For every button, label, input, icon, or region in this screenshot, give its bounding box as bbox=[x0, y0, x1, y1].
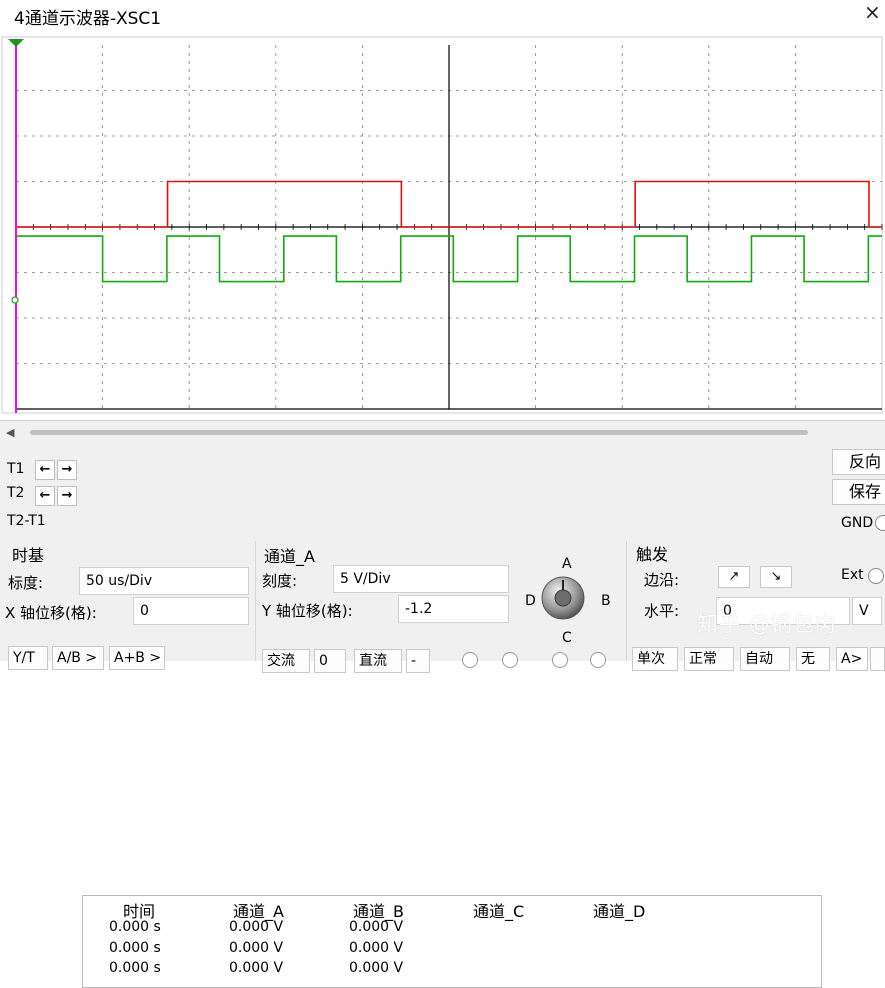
t1-b-value: 0.000 V bbox=[349, 919, 404, 935]
a-trigger-button[interactable]: A> bbox=[836, 647, 868, 671]
t2-a-value: 0.000 V bbox=[229, 940, 284, 956]
t2-t1-b-value: 0.000 V bbox=[349, 960, 404, 976]
trigger-unit-field[interactable]: V bbox=[852, 597, 882, 625]
x-position-label: X 轴位移(格): bbox=[5, 604, 97, 622]
probe-radio-4[interactable] bbox=[590, 652, 606, 668]
probe-radio-1[interactable] bbox=[462, 652, 478, 668]
dc-coupling-button[interactable]: 直流 bbox=[354, 649, 402, 673]
extra-trigger-button[interactable] bbox=[870, 647, 885, 671]
channel-section-title: 通道_A bbox=[264, 547, 315, 566]
timebase-scale-label: 标度: bbox=[8, 574, 44, 592]
knob-label-d: D bbox=[525, 593, 536, 609]
header-channel-c: 通道_C bbox=[473, 902, 525, 921]
single-button[interactable]: 单次 bbox=[632, 647, 678, 671]
oscilloscope-screen[interactable] bbox=[0, 35, 885, 416]
scrollbar-thumb[interactable] bbox=[30, 430, 808, 435]
divider bbox=[255, 541, 256, 661]
t2-time-value: 0.000 s bbox=[109, 940, 161, 956]
horizontal-scrollbar[interactable]: ◀ bbox=[0, 420, 885, 447]
trigger-level-label: 水平: bbox=[644, 602, 680, 620]
channel-b-marker-icon bbox=[11, 296, 19, 304]
knob-label-a: A bbox=[562, 556, 572, 572]
t1-a-value: 0.000 V bbox=[229, 919, 284, 935]
knob-label-b: B bbox=[601, 593, 611, 609]
t1-left-arrow-icon[interactable]: ← bbox=[35, 460, 55, 480]
none-button[interactable]: 无 bbox=[796, 647, 830, 671]
t2-label: T2 bbox=[7, 485, 25, 501]
channel-scale-field[interactable]: 5 V/Div bbox=[333, 565, 509, 593]
rising-edge-icon[interactable]: ↗ bbox=[718, 566, 750, 588]
scope-display[interactable] bbox=[0, 35, 885, 416]
divider bbox=[626, 541, 627, 661]
t2-t1-label: T2-T1 bbox=[7, 513, 46, 529]
window-title-bar: 4通道示波器-XSC1 × bbox=[0, 0, 885, 30]
yt-button[interactable]: Y/T bbox=[8, 646, 48, 670]
ab-button[interactable]: A/B > bbox=[52, 646, 104, 670]
auto-button[interactable]: 自动 bbox=[740, 647, 790, 671]
ext-label: Ext bbox=[841, 567, 864, 583]
t2-t1-a-value: 0.000 V bbox=[229, 960, 284, 976]
save-button[interactable]: 保存 bbox=[832, 479, 885, 505]
probe-radio-3[interactable] bbox=[552, 652, 568, 668]
t2-right-arrow-icon[interactable]: → bbox=[57, 486, 77, 506]
ac-coupling-button[interactable]: 交流 bbox=[262, 649, 310, 673]
gnd-radio[interactable] bbox=[875, 515, 885, 531]
reverse-button[interactable]: 反向 bbox=[832, 449, 885, 475]
channel-selector-knob-icon[interactable] bbox=[540, 575, 586, 621]
probe-radio-2[interactable] bbox=[502, 652, 518, 668]
zero-coupling-button[interactable]: 0 bbox=[314, 649, 346, 673]
y-position-label: Y 轴位移(格): bbox=[262, 602, 353, 620]
y-position-field[interactable]: -1.2 bbox=[398, 595, 509, 623]
t2-t1-time-value: 0.000 s bbox=[109, 960, 161, 976]
gnd-label: GND bbox=[841, 515, 874, 531]
channel-scale-label: 刻度: bbox=[262, 572, 298, 590]
header-channel-d: 通道_D bbox=[593, 902, 646, 921]
timebase-scale-field[interactable]: 50 us/Div bbox=[79, 567, 249, 595]
controls-area: 时基 标度: 50 us/Div X 轴位移(格): 0 Y/T A/B > A… bbox=[0, 541, 885, 673]
trigger-edge-label: 边沿: bbox=[644, 571, 680, 589]
normal-button[interactable]: 正常 bbox=[684, 647, 734, 671]
watermark: 知乎 @锅包肉 bbox=[697, 612, 837, 636]
window-title: 4通道示波器-XSC1 bbox=[14, 9, 162, 29]
t1-time-value: 0.000 s bbox=[109, 919, 161, 935]
close-icon[interactable]: × bbox=[864, 0, 885, 26]
x-position-field[interactable]: 0 bbox=[133, 597, 249, 625]
t1-right-arrow-icon[interactable]: → bbox=[57, 460, 77, 480]
knob-label-c: C bbox=[562, 630, 572, 646]
a-plus-b-button[interactable]: A+B > bbox=[109, 646, 165, 670]
t1-label: T1 bbox=[7, 461, 25, 477]
ext-radio[interactable] bbox=[868, 568, 884, 584]
cursor-readout-area: T1 ← → T2 ← → T2-T1 时间 通道_A 通道_B 通道_C 通道… bbox=[0, 447, 885, 988]
readout-table: 时间 通道_A 通道_B 通道_C 通道_D 0.000 s 0.000 V 0… bbox=[82, 895, 822, 988]
falling-edge-icon[interactable]: ↘ bbox=[760, 566, 792, 588]
scroll-left-icon[interactable]: ◀ bbox=[6, 427, 18, 439]
minus-button[interactable]: - bbox=[406, 649, 430, 673]
timebase-title: 时基 bbox=[12, 546, 45, 565]
trigger-title: 触发 bbox=[636, 545, 669, 564]
t2-left-arrow-icon[interactable]: ← bbox=[35, 486, 55, 506]
t2-b-value: 0.000 V bbox=[349, 940, 404, 956]
